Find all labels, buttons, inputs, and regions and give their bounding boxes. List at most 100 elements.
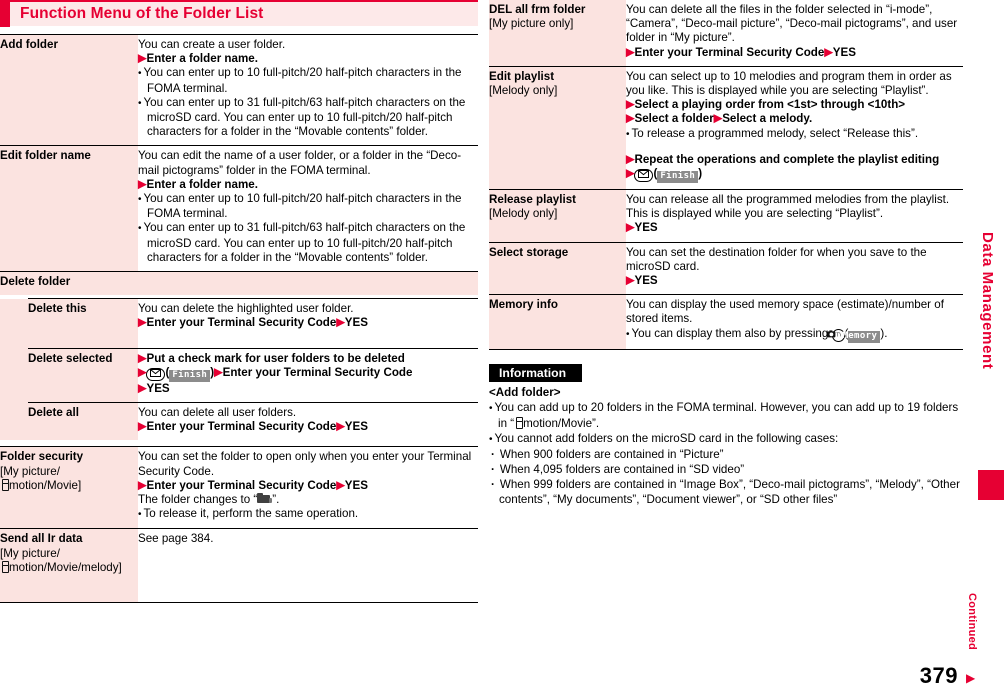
term-label: Edit playlist	[489, 69, 555, 83]
dot-line: When 999 folders are contained in “Image…	[489, 477, 963, 507]
term-sub-1: [Melody only]	[489, 84, 558, 98]
step-line: ▶Enter your Terminal Security Code▶YES	[138, 478, 368, 492]
bullet-line: You can enter up to 31 full-pitch/63 hal…	[138, 221, 478, 265]
softkey-finish: Finish	[169, 369, 211, 382]
term-delete-selected: Delete selected	[28, 347, 138, 403]
step-line: ▶Enter a folder name.	[138, 52, 258, 66]
indent-spacer	[0, 348, 28, 403]
term-sub-2: motion/Movie]	[0, 478, 138, 493]
desc-edit-playlist: You can select up to 10 melodies and pro…	[626, 65, 963, 190]
left-column: Function Menu of the Folder List Add fol…	[0, 0, 478, 604]
term-label: Delete all	[28, 406, 79, 420]
delete-folder-subtable: Delete this You can delete the highlight…	[0, 298, 478, 441]
table-row: Select storage You can set the destinati…	[489, 241, 963, 295]
term-sub-1: [My picture only]	[489, 17, 574, 31]
step-line: ▶Select a folder▶Select a melody.	[626, 112, 813, 126]
term-label: Delete this	[28, 302, 87, 316]
step-line: ▶Enter your Terminal Security Code▶YES	[138, 316, 368, 330]
table-row: Delete all You can delete all user folde…	[0, 402, 478, 441]
information-block: Information <Add folder> You can add up …	[489, 363, 963, 507]
term-del-all-frm-folder: DEL all frm folder [My picture only]	[489, 0, 626, 67]
table-row: Memory info You can display the used mem…	[489, 294, 963, 350]
triangle-icon: ▶	[336, 316, 345, 329]
information-subheading: <Add folder>	[489, 385, 561, 399]
continued-marker: Continued ▶	[964, 593, 982, 685]
term-label: Edit folder name	[0, 149, 91, 163]
continued-arrow-icon: ▶	[966, 671, 976, 685]
page-root: Function Menu of the Folder List Add fol…	[0, 0, 1004, 697]
term-memory-info: Memory info	[489, 294, 626, 350]
side-tab-label: Data Management	[979, 232, 996, 370]
table-row: DEL all frm folder [My picture only] You…	[489, 0, 963, 67]
term-add-folder: Add folder	[0, 33, 138, 146]
bullet-line: You cannot add folders on the microSD ca…	[489, 431, 963, 447]
term-sub-1: [Melody only]	[489, 207, 558, 221]
term-delete-folder-group: Delete folder	[0, 271, 478, 296]
step-line: ▶Enter your Terminal Security Code▶YES	[138, 420, 368, 434]
step-line: ▶Repeat the operations and complete the …	[626, 152, 940, 166]
term-sub-1: [My picture/	[0, 464, 60, 478]
continued-label: Continued	[966, 593, 978, 651]
bullet-line: You can enter up to 10 full-pitch/20 hal…	[138, 66, 478, 95]
imode-icon	[0, 560, 9, 574]
triangle-icon: ▶	[138, 178, 147, 191]
desc-line: You can set the destination folder for w…	[626, 245, 927, 273]
softkey-finish: Finish	[657, 171, 699, 184]
term-delete-this: Delete this	[28, 298, 138, 349]
desc-delete-this: You can delete the highlighted user fold…	[138, 298, 478, 349]
desc-line: You can display the used memory space (e…	[626, 298, 944, 326]
triangle-icon: ▶	[138, 420, 147, 433]
step-line: ▶YES	[626, 221, 658, 235]
desc-line: You can set the folder to open only when…	[138, 450, 472, 478]
table-row: Edit playlist [Melody only] You can sele…	[489, 65, 963, 190]
left-function-table: Add folder You can create a user folder.…	[0, 33, 478, 604]
desc-line: See page 384.	[138, 532, 214, 546]
triangle-icon: ▶	[336, 479, 345, 492]
right-column: DEL all frm folder [My picture only] You…	[489, 0, 963, 507]
term-edit-playlist: Edit playlist [Melody only]	[489, 65, 626, 190]
triangle-icon: ▶	[626, 46, 635, 59]
term-label: Send all Ir data	[0, 532, 83, 546]
desc-line: You can release all the programmed melod…	[626, 193, 950, 221]
information-body: <Add folder> You can add up to 20 folder…	[489, 385, 963, 507]
desc-delete-all: You can delete all user folders. ▶Enter …	[138, 402, 478, 441]
svg-text:TV: TV	[836, 332, 841, 338]
term-label: Delete selected	[28, 351, 113, 365]
step-line: ▶YES	[138, 381, 170, 395]
delete-folder-children: Delete this You can delete the highlight…	[0, 295, 478, 447]
term-label: Select storage	[489, 245, 569, 259]
table-row: Edit folder name You can edit the name o…	[0, 145, 478, 272]
folder-change-line: The folder changes to “”.	[138, 493, 280, 507]
triangle-icon: ▶	[626, 98, 635, 111]
triangle-icon: ▶	[626, 167, 635, 180]
desc-del-all-frm-folder: You can delete all the files in the fold…	[626, 0, 963, 67]
desc-line: You can select up to 10 melodies and pro…	[626, 69, 952, 98]
triangle-icon: ▶	[138, 52, 147, 65]
side-tab-marker	[978, 470, 1004, 500]
bullet-line-imode: You can add up to 20 folders in the FOMA…	[489, 400, 963, 431]
table-row: Release playlist [Melody only] You can r…	[489, 189, 963, 243]
triangle-icon: ▶	[336, 420, 345, 433]
table-row-group: Delete folder	[0, 271, 478, 296]
page-title: Function Menu of the Folder List	[20, 5, 264, 22]
term-edit-folder-name: Edit folder name	[0, 145, 138, 272]
desc-line: You can delete all user folders.	[138, 406, 297, 420]
imode-icon	[0, 478, 9, 492]
section-header: Function Menu of the Folder List	[0, 0, 478, 27]
bullet-line: You can enter up to 31 full-pitch/63 hal…	[138, 96, 478, 140]
step-line: ▶Put a check mark for user folders to be…	[138, 351, 405, 365]
page-number: 379	[919, 663, 958, 688]
triangle-icon: ▶	[138, 316, 147, 329]
table-row: Folder security [My picture/ motion/Movi…	[0, 446, 478, 529]
desc-line: You can edit the name of a user folder, …	[138, 149, 462, 177]
imode-icon	[514, 416, 523, 430]
triangle-icon: ▶	[626, 153, 635, 166]
term-label: Release playlist	[489, 193, 577, 207]
step-line-finish: ▶(Finish)	[626, 167, 703, 184]
desc-line: You can create a user folder.	[138, 38, 286, 51]
bullet-line: You can enter up to 10 full-pitch/20 hal…	[138, 192, 478, 221]
spacer-line	[626, 142, 963, 153]
step-line: ▶Enter your Terminal Security Code▶YES	[626, 45, 856, 59]
dot-line: When 900 folders are contained in “Pictu…	[489, 447, 963, 462]
dot-line: When 4,095 folders are contained in “SD …	[489, 462, 963, 477]
